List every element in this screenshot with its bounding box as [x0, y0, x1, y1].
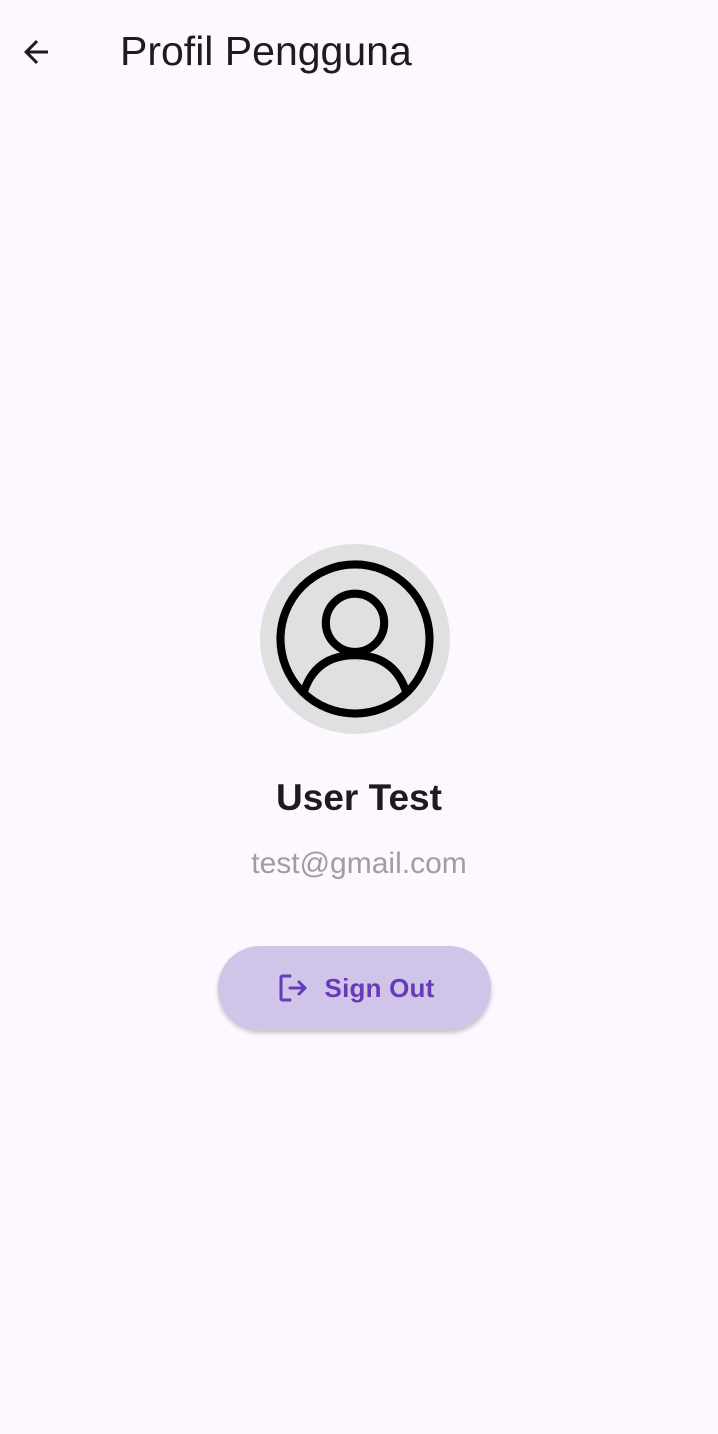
user-name: User Test: [276, 777, 442, 818]
logout-icon: [275, 970, 311, 1006]
avatar: [260, 544, 450, 734]
sign-out-button[interactable]: Sign Out: [218, 946, 491, 1030]
user-email: test@gmail.com: [251, 847, 467, 880]
back-button[interactable]: [10, 26, 62, 78]
sign-out-label: Sign Out: [324, 973, 435, 1003]
app-bar: Profil Pengguna: [0, 0, 718, 102]
account-circle-icon: [276, 560, 434, 718]
page-title: Profil Pengguna: [120, 28, 412, 74]
profile-screen: Profil Pengguna User Test test@gmail.com…: [0, 0, 718, 1434]
arrow-back-icon: [24, 40, 48, 64]
